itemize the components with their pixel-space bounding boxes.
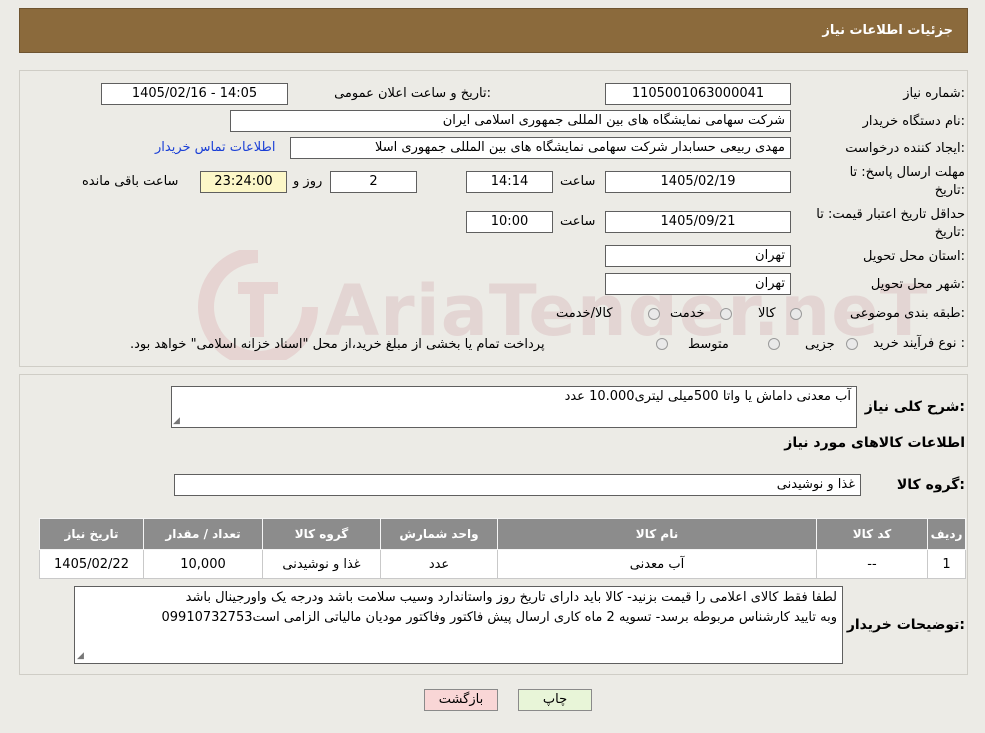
buyer-notes-resize-handle-icon[interactable]: ◢	[77, 651, 84, 661]
price-validity-date-field: 1405/09/21	[605, 211, 791, 233]
buyer-notes-line2: وبه تایید کارشناس مربوطه برسد- تسویه 2 م…	[161, 610, 838, 625]
cell-group: غذا و نوشیدنی	[262, 549, 381, 579]
category-radio-goods-service[interactable]	[648, 308, 660, 320]
category-radio-goods[interactable]	[790, 308, 802, 320]
deadline-remaining-label: ساعت باقی مانده	[82, 174, 179, 189]
buyer-notes-field: لطفا فقط کالای اعلامی را قیمت بزنید- کال…	[74, 586, 843, 664]
category-option-goods-service: کالا/خدمت	[556, 306, 613, 321]
buyer-notes-line1: لطفا فقط کالای اعلامی را قیمت بزنید- کال…	[185, 590, 837, 605]
category-label: طبقه بندی موضوعی:	[849, 306, 965, 321]
col-name: نام کالا	[497, 518, 817, 550]
col-row: ردیف	[927, 518, 966, 550]
page-header: جزئیات اطلاعات نیاز	[19, 8, 968, 53]
category-radio-service[interactable]	[720, 308, 732, 320]
table-row: 1 -- آب معدنی عدد غذا و نوشیدنی 10,000 1…	[39, 549, 966, 579]
buyer-org-field: شرکت سهامی نمایشگاه های بین المللی جمهور…	[230, 110, 791, 132]
buyer-contact-link[interactable]: اطلاعات تماس خریدار	[155, 140, 275, 155]
print-button[interactable]: چاپ	[518, 689, 592, 711]
price-validity-time-field: 10:00	[466, 211, 553, 233]
buyer-org-label: نام دستگاه خریدار:	[862, 114, 965, 129]
deadline-label-line1: مهلت ارسال پاسخ: تا	[849, 165, 965, 180]
process-option-small: جزیی	[805, 337, 835, 352]
col-unit: واحد شمارش	[380, 518, 498, 550]
summary-resize-handle-icon[interactable]: ◢	[173, 416, 180, 426]
need-number-label: شماره نیاز:	[903, 86, 965, 101]
col-date: تاریخ نیاز	[39, 518, 144, 550]
process-radio-medium[interactable]	[768, 338, 780, 350]
summary-text: آب معدنی داماش یا واتا 500میلی لیتری10.0…	[564, 389, 851, 404]
process-radio-treasury[interactable]	[656, 338, 668, 350]
summary-field: آب معدنی داماش یا واتا 500میلی لیتری10.0…	[171, 386, 857, 428]
goods-table-header: ردیف کد کالا نام کالا واحد شمارش گروه کا…	[39, 518, 966, 550]
goods-group-field: غذا و نوشیدنی	[174, 474, 861, 496]
province-label: استان محل تحویل:	[863, 249, 965, 264]
need-number-field: 1105001063000041	[605, 83, 791, 105]
deadline-label-line2: تاریخ:	[934, 183, 965, 198]
cell-name: آب معدنی	[497, 549, 817, 579]
page-title: جزئیات اطلاعات نیاز	[822, 23, 953, 38]
deadline-remaining-field: 23:24:00	[200, 171, 287, 193]
goods-group-label: گروه کالا:	[896, 477, 965, 493]
cell-code: --	[816, 549, 928, 579]
process-option-medium: متوسط	[688, 337, 729, 352]
requester-field: مهدی ربیعی حسابدار شرکت سهامی نمایشگاه ه…	[290, 137, 791, 159]
province-field: تهران	[605, 245, 791, 267]
goods-info-title: اطلاعات کالاهای مورد نیاز	[784, 435, 965, 451]
col-code: کد کالا	[816, 518, 928, 550]
price-validity-label-line2: تاریخ:	[934, 225, 965, 240]
deadline-date-field: 1405/02/19	[605, 171, 791, 193]
city-label: شهر محل تحویل:	[870, 277, 965, 292]
cell-row: 1	[927, 549, 966, 579]
deadline-time-field: 14:14	[466, 171, 553, 193]
price-validity-label-line1: حداقل تاریخ اعتبار قیمت: تا	[816, 207, 965, 222]
process-radio-small[interactable]	[846, 338, 858, 350]
deadline-time-label: ساعت	[560, 174, 596, 189]
process-label: نوع فرآیند خرید :	[873, 336, 965, 351]
col-group: گروه کالا	[262, 518, 381, 550]
category-option-service: خدمت	[670, 306, 705, 321]
buyer-notes-label: توضیحات خریدار:	[846, 617, 965, 633]
cell-qty: 10,000	[143, 549, 263, 579]
cell-unit: عدد	[380, 549, 498, 579]
deadline-days-label: روز و	[293, 174, 323, 189]
col-qty: تعداد / مقدار	[143, 518, 263, 550]
cell-date: 1405/02/22	[39, 549, 144, 579]
deadline-days-field: 2	[330, 171, 417, 193]
announce-field: 1405/02/16 - 14:05	[101, 83, 288, 105]
price-validity-time-label: ساعت	[560, 214, 596, 229]
announce-label: تاریخ و ساعت اعلان عمومی:	[334, 86, 491, 101]
requester-label: ایجاد کننده درخواست:	[845, 141, 965, 156]
city-field: تهران	[605, 273, 791, 295]
process-note: پرداخت تمام یا بخشی از مبلغ خرید،از محل …	[130, 337, 545, 352]
summary-label: شرح کلی نیاز:	[864, 399, 965, 415]
category-option-goods: کالا	[758, 306, 776, 321]
goods-table: ردیف کد کالا نام کالا واحد شمارش گروه کا…	[39, 518, 966, 579]
back-button[interactable]: بازگشت	[424, 689, 498, 711]
